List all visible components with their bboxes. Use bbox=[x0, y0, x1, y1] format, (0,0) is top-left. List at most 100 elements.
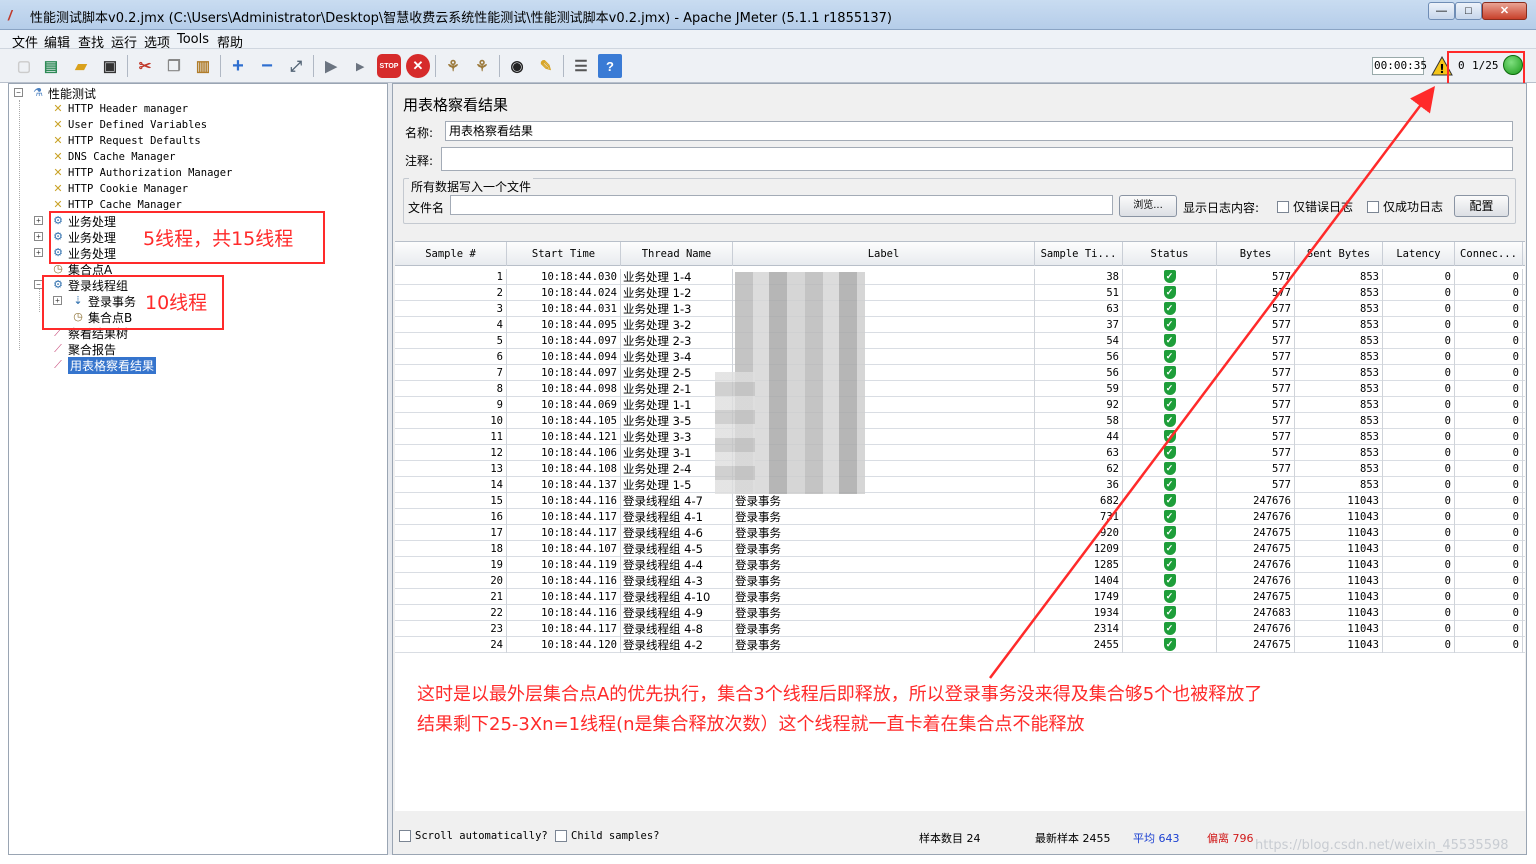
shutdown-icon[interactable]: ✕ bbox=[406, 54, 430, 78]
table-cell: 11043 bbox=[1295, 525, 1383, 541]
tree-node-config[interactable]: ✕ DNS Cache Manager bbox=[51, 149, 175, 165]
tree-node-config[interactable]: ✕ HTTP Request Defaults bbox=[51, 133, 200, 149]
table-row[interactable]: 10 10:18:44.105 业务处理 3-5 58 ✓ 577 853 0 0 bbox=[395, 413, 1525, 429]
table-cell: 业务处理 3-4 bbox=[621, 349, 733, 365]
configure-button[interactable]: 配置 bbox=[1454, 195, 1509, 217]
wrench-icon: ✕ bbox=[53, 135, 63, 147]
table-row[interactable]: 15 10:18:44.116 登录线程组 4-7 登录事务 682 ✓ 247676 110… bbox=[395, 493, 1525, 509]
templates-icon[interactable]: ▤ bbox=[39, 54, 63, 78]
column-header[interactable]: Thread Name bbox=[621, 242, 733, 266]
cut-icon[interactable]: ✂ bbox=[133, 54, 157, 78]
new-icon[interactable]: ▢ bbox=[12, 54, 36, 78]
expand-toggle[interactable]: + bbox=[34, 216, 43, 225]
table-row[interactable]: 14 10:18:44.137 业务处理 1-5 36 ✓ 577 853 0 0 bbox=[395, 477, 1525, 493]
column-header[interactable]: Latency bbox=[1383, 242, 1455, 266]
help-icon[interactable]: ? bbox=[598, 54, 622, 78]
tree-node-config[interactable]: ✕ User Defined Variables bbox=[51, 117, 207, 133]
name-field[interactable]: 用表格察看结果 bbox=[445, 121, 1513, 141]
table-row[interactable]: 17 10:18:44.117 登录线程组 4-6 登录事务 920 ✓ 247675 110… bbox=[395, 525, 1525, 541]
open-icon[interactable]: ▰ bbox=[69, 54, 93, 78]
table-row[interactable]: 23 10:18:44.117 登录线程组 4-8 登录事务 2314 ✓ 247676 11… bbox=[395, 621, 1525, 637]
menu-bar: 文件 编辑 查找 运行 选项 Tools 帮助 bbox=[0, 30, 1536, 51]
table-cell: 0 bbox=[1455, 381, 1523, 397]
table-row[interactable]: 16 10:18:44.117 登录线程组 4-1 登录事务 731 ✓ 247676 110… bbox=[395, 509, 1525, 525]
column-header[interactable]: Start Time bbox=[507, 242, 621, 266]
table-row[interactable]: 4 10:18:44.095 业务处理 3-2 37 ✓ 577 853 0 0 bbox=[395, 317, 1525, 333]
sample-count: 样本数目 24 bbox=[919, 832, 981, 845]
table-cell: 853 bbox=[1295, 413, 1383, 429]
status-cell: ✓ bbox=[1123, 573, 1217, 589]
column-header[interactable]: Label bbox=[733, 242, 1035, 266]
table-row[interactable]: 18 10:18:44.107 登录线程组 4-5 登录事务 1209 ✓ 247675 11… bbox=[395, 541, 1525, 557]
tree-node-testplan[interactable]: ⚗ 性能测试 bbox=[31, 85, 96, 101]
table-cell: 0 bbox=[1383, 525, 1455, 541]
table-cell: 10 bbox=[395, 413, 507, 429]
table-row[interactable]: 7 10:18:44.097 业务处理 2-5 56 ✓ 577 853 0 0 bbox=[395, 365, 1525, 381]
column-header[interactable]: Connec... bbox=[1455, 242, 1523, 266]
status-cell: ✓ bbox=[1123, 413, 1217, 429]
search-icon[interactable]: ◉ bbox=[505, 54, 529, 78]
table-row[interactable]: 22 10:18:44.116 登录线程组 4-9 登录事务 1934 ✓ 247683 11… bbox=[395, 605, 1525, 621]
table-row[interactable]: 1 10:18:44.030 业务处理 1-4 38 ✓ 577 853 0 0 bbox=[395, 269, 1525, 285]
reset-search-icon[interactable]: ✎ bbox=[534, 54, 558, 78]
table-row[interactable]: 2 10:18:44.024 业务处理 1-2 51 ✓ 577 853 0 0 bbox=[395, 285, 1525, 301]
paste-icon[interactable]: ▥ bbox=[191, 54, 215, 78]
copy-icon[interactable]: ❐ bbox=[162, 54, 186, 78]
log-content-label: 显示日志内容: bbox=[1183, 201, 1260, 215]
column-header[interactable]: Sent Bytes bbox=[1295, 242, 1383, 266]
minimize-button[interactable]: — bbox=[1428, 2, 1455, 20]
expand-icon[interactable]: + bbox=[226, 54, 250, 78]
table-row[interactable]: 11 10:18:44.121 业务处理 3-3 44 ✓ 577 853 0 0 bbox=[395, 429, 1525, 445]
errors-only-checkbox[interactable]: 仅错误日志 bbox=[1277, 198, 1353, 215]
toolbar: ▢ ▤ ▰ ▣ ✂ ❐ ▥ + − ⤢ ▶ ▸ STOP ✕ ⚘ ⚘ ◉ ✎ ☰… bbox=[0, 49, 1536, 83]
collapse-icon[interactable]: − bbox=[255, 54, 279, 78]
table-row[interactable]: 6 10:18:44.094 业务处理 3-4 56 ✓ 577 853 0 0 bbox=[395, 349, 1525, 365]
expand-toggle[interactable]: + bbox=[34, 232, 43, 241]
browse-button[interactable]: 浏览... bbox=[1119, 195, 1177, 217]
table-cell: 0 bbox=[1383, 397, 1455, 413]
column-header[interactable]: Sample # bbox=[395, 242, 507, 266]
start-icon[interactable]: ▶ bbox=[319, 54, 343, 78]
tree-node-config[interactable]: ✕ HTTP Cookie Manager bbox=[51, 181, 188, 197]
column-header[interactable]: Status bbox=[1123, 242, 1217, 266]
toggle-icon[interactable]: ⤢ bbox=[284, 54, 308, 78]
child-samples-checkbox[interactable]: Child samples? bbox=[555, 830, 660, 842]
table-row[interactable]: 9 10:18:44.069 业务处理 1-1 92 ✓ 577 853 0 0 bbox=[395, 397, 1525, 413]
clear-all-icon[interactable]: ⚘ bbox=[470, 54, 494, 78]
table-row[interactable]: 20 10:18:44.116 登录线程组 4-3 登录事务 1404 ✓ 247676 11… bbox=[395, 573, 1525, 589]
close-button[interactable]: ✕ bbox=[1482, 2, 1527, 20]
table-row[interactable]: 5 10:18:44.097 业务处理 2-3 54 ✓ 577 853 0 0 bbox=[395, 333, 1525, 349]
column-header[interactable]: Bytes bbox=[1217, 242, 1295, 266]
table-row[interactable]: 24 10:18:44.120 登录线程组 4-2 登录事务 2455 ✓ 247675 11… bbox=[395, 637, 1525, 653]
table-row[interactable]: 3 10:18:44.031 业务处理 1-3 63 ✓ 577 853 0 0 bbox=[395, 301, 1525, 317]
scroll-auto-checkbox[interactable]: Scroll automatically? bbox=[399, 830, 548, 842]
table-row[interactable]: 12 10:18:44.106 业务处理 3-1 63 ✓ 577 853 0 0 bbox=[395, 445, 1525, 461]
tree-node-listener[interactable]: ⟋ 聚合报告 bbox=[51, 341, 116, 357]
table-cell: 0 bbox=[1455, 637, 1523, 653]
table-cell: 10:18:44.108 bbox=[507, 461, 621, 477]
tree-node-config[interactable]: ✕ HTTP Header manager bbox=[51, 101, 188, 117]
collapse-toggle[interactable]: − bbox=[14, 88, 23, 97]
table-cell: 0 bbox=[1383, 269, 1455, 285]
status-cell: ✓ bbox=[1123, 621, 1217, 637]
success-only-checkbox[interactable]: 仅成功日志 bbox=[1367, 198, 1443, 215]
clear-icon[interactable]: ⚘ bbox=[441, 54, 465, 78]
table-row[interactable]: 8 10:18:44.098 业务处理 2-1 59 ✓ 577 853 0 0 bbox=[395, 381, 1525, 397]
comment-field[interactable] bbox=[441, 147, 1513, 171]
filename-field[interactable] bbox=[450, 195, 1113, 215]
table-row[interactable]: 21 10:18:44.117 登录线程组 4-10 登录事务 1749 ✓ 247675 1… bbox=[395, 589, 1525, 605]
maximize-button[interactable]: □ bbox=[1455, 2, 1482, 20]
menu-tools[interactable]: Tools bbox=[177, 32, 209, 47]
save-icon[interactable]: ▣ bbox=[98, 54, 122, 78]
table-row[interactable]: 13 10:18:44.108 业务处理 2-4 62 ✓ 577 853 0 0 bbox=[395, 461, 1525, 477]
expand-toggle[interactable]: + bbox=[34, 248, 43, 257]
table-cell: 0 bbox=[1455, 509, 1523, 525]
function-helper-icon[interactable]: ☰ bbox=[569, 54, 593, 78]
start-no-pause-icon[interactable]: ▸ bbox=[348, 54, 372, 78]
stop-icon[interactable]: STOP bbox=[377, 54, 401, 78]
table-row[interactable]: 19 10:18:44.119 登录线程组 4-4 登录事务 1285 ✓ 247676 11… bbox=[395, 557, 1525, 573]
table-cell: 853 bbox=[1295, 461, 1383, 477]
tree-node-listener-selected[interactable]: ⟋ 用表格察看结果 bbox=[51, 356, 157, 374]
tree-node-config[interactable]: ✕ HTTP Authorization Manager bbox=[51, 165, 232, 181]
column-header[interactable]: Sample Ti... bbox=[1035, 242, 1123, 266]
